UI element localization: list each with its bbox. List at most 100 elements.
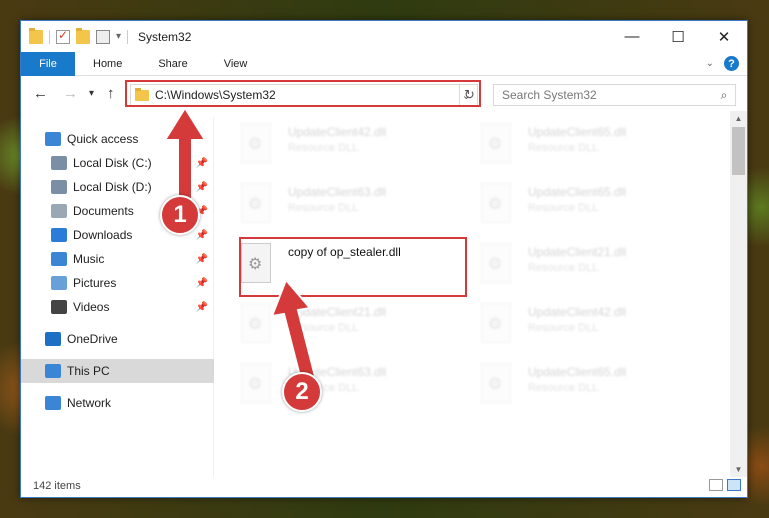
- file-tile[interactable]: UpdateClient42.dll Resource DLL: [461, 299, 681, 349]
- file-tile[interactable]: UpdateClient65.dll Resource DLL: [461, 359, 681, 409]
- recent-locations-button[interactable]: ▾: [89, 88, 94, 99]
- cloud-icon: [45, 332, 61, 346]
- tab-home[interactable]: Home: [75, 52, 140, 76]
- dll-file-icon: [241, 183, 271, 223]
- file-type: Resource DLL: [288, 202, 359, 214]
- file-type: Resource DLL: [528, 322, 599, 334]
- file-name: UpdateClient63.dll: [288, 185, 387, 199]
- file-tile[interactable]: UpdateClient63.dll Resource DLL: [221, 179, 441, 229]
- folder-icon[interactable]: [29, 27, 43, 44]
- step-badge-1: 1: [160, 195, 200, 235]
- sidebar-item-label: Network: [67, 396, 112, 410]
- pictures-icon: [51, 276, 67, 290]
- scroll-down-icon[interactable]: ▼: [730, 465, 747, 474]
- sidebar-item-label: This PC: [67, 364, 110, 378]
- document-icon: [51, 204, 67, 218]
- tiles-view-icon[interactable]: [727, 479, 741, 491]
- sidebar-item-label: Local Disk (D:): [73, 180, 152, 194]
- file-tile[interactable]: UpdateClient65.dll Resource DLL: [461, 179, 681, 229]
- help-icon[interactable]: ?: [724, 56, 739, 71]
- sidebar-item[interactable]: This PC: [21, 359, 214, 383]
- caption-buttons: — ☐ ✕: [609, 21, 747, 52]
- file-name: UpdateClient42.dll: [528, 305, 627, 319]
- explorer-window: ▾ System32 — ☐ ✕ File Home Share View ⌄ …: [20, 20, 748, 498]
- vertical-scrollbar[interactable]: ▲ ▼: [730, 111, 747, 477]
- sidebar-item-label: Quick access: [67, 132, 139, 146]
- sidebar-item-label: Downloads: [73, 228, 133, 242]
- search-icon[interactable]: ⌕: [713, 88, 735, 103]
- sidebar-item-label: Videos: [73, 300, 110, 314]
- computer-icon: [45, 364, 61, 378]
- sidebar-item[interactable]: OneDrive: [21, 327, 214, 351]
- sidebar-item[interactable]: Network: [21, 391, 214, 415]
- details-view-icon[interactable]: [709, 479, 723, 491]
- ribbon-tabs: File Home Share View ⌄ ?: [21, 51, 747, 76]
- pin-icon[interactable]: 📌: [196, 302, 208, 313]
- pin-icon[interactable]: 📌: [196, 230, 208, 241]
- separator: [49, 29, 50, 44]
- step-badge-2: 2: [282, 372, 322, 412]
- target-file-tile[interactable]: copy of op_stealer.dll: [221, 239, 441, 289]
- search-input[interactable]: Search System32 ⌕: [493, 84, 736, 106]
- tab-file[interactable]: File: [21, 51, 75, 76]
- tab-share[interactable]: Share: [140, 52, 205, 76]
- dll-file-icon: [241, 303, 271, 343]
- scroll-up-icon[interactable]: ▲: [730, 114, 747, 123]
- status-bar: 142 items: [21, 475, 747, 497]
- tab-view[interactable]: View: [206, 52, 266, 76]
- dll-file-icon: [481, 303, 511, 343]
- dll-file-icon: [241, 243, 271, 283]
- drive-icon: [51, 156, 67, 170]
- ribbon-controls: ⌄ ?: [706, 56, 739, 71]
- file-tile[interactable]: UpdateClient65.dll Resource DLL: [461, 119, 681, 169]
- item-count: 142 items: [33, 480, 81, 492]
- network-icon: [45, 396, 61, 410]
- customize-icon[interactable]: [96, 29, 110, 44]
- file-type: Resource DLL: [288, 142, 359, 154]
- file-name: UpdateClient21.dll: [528, 245, 627, 259]
- file-tile[interactable]: UpdateClient21.dllResource DLL: [221, 299, 441, 349]
- maximize-button[interactable]: ☐: [655, 21, 701, 52]
- close-button[interactable]: ✕: [701, 21, 747, 52]
- pin-icon[interactable]: 📌: [196, 254, 208, 265]
- sidebar-item-label: OneDrive: [67, 332, 118, 346]
- back-button[interactable]: ←: [33, 85, 48, 102]
- expand-ribbon-icon[interactable]: ⌄: [706, 58, 714, 69]
- file-type: Resource DLL: [528, 262, 599, 274]
- file-tile[interactable]: UpdateClient63.dllResource DLL: [221, 359, 441, 409]
- dll-file-icon: [481, 363, 511, 403]
- sidebar-item-label: Documents: [73, 204, 134, 218]
- pin-icon[interactable]: 📌: [196, 278, 208, 289]
- dll-file-icon: [481, 243, 511, 283]
- star-icon: [45, 132, 61, 146]
- scroll-thumb[interactable]: [732, 127, 745, 175]
- file-name: UpdateClient65.dll: [528, 365, 627, 379]
- sidebar-item[interactable]: Pictures 📌: [21, 271, 214, 295]
- forward-button[interactable]: →: [63, 85, 78, 102]
- address-highlight-box: [125, 80, 481, 107]
- window-title: System32: [138, 29, 192, 44]
- new-folder-icon[interactable]: [76, 27, 90, 44]
- properties-icon[interactable]: [56, 28, 70, 44]
- file-tile[interactable]: UpdateClient21.dll Resource DLL: [461, 239, 681, 289]
- title-bar: ▾ System32 — ☐ ✕: [21, 21, 747, 52]
- file-name: UpdateClient65.dll: [528, 125, 627, 139]
- videos-icon: [51, 300, 67, 314]
- view-toggle: [709, 479, 741, 491]
- sidebar-item[interactable]: Videos 📌: [21, 295, 214, 319]
- drive-icon: [51, 180, 67, 194]
- up-button[interactable]: ↑: [107, 85, 115, 102]
- dll-file-icon: [481, 123, 511, 163]
- dll-file-icon: [241, 363, 271, 403]
- file-name: UpdateClient42.dll: [288, 125, 387, 139]
- music-icon: [51, 252, 67, 266]
- quick-access-toolbar: ▾ System32: [21, 27, 192, 44]
- minimize-button[interactable]: —: [609, 21, 655, 52]
- chevron-down-icon[interactable]: ▾: [116, 31, 121, 42]
- file-tile[interactable]: UpdateClient42.dll Resource DLL: [221, 119, 441, 169]
- download-icon: [51, 228, 67, 242]
- file-type: Resource DLL: [528, 142, 599, 154]
- sidebar-item[interactable]: Music 📌: [21, 247, 214, 271]
- sidebar-item-label: Local Disk (C:): [73, 156, 152, 170]
- navigation-bar: ← → ▾ ↑ C:\Windows\System32 ⌄ ↻ Search S…: [21, 77, 747, 111]
